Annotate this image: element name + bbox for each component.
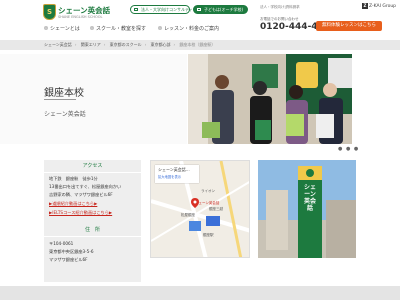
breadcrumb-item[interactable]: 関東エリア bbox=[81, 42, 101, 47]
kids-school-button[interactable]: 子どもは(オーチ学校) bbox=[193, 5, 248, 14]
divider bbox=[44, 172, 141, 173]
building-icon bbox=[134, 8, 138, 11]
building-sign-photo: シェーン英会話 bbox=[258, 160, 356, 258]
address-line: マツザワ銀座ビル6F bbox=[49, 257, 88, 262]
map-label: 銀座三越 bbox=[209, 207, 223, 211]
title-divider bbox=[44, 99, 76, 100]
child-icon bbox=[197, 8, 201, 11]
breadcrumb-current: 銀座本校（銀座駅） bbox=[179, 42, 216, 47]
access-heading: アクセス bbox=[82, 163, 103, 169]
nav-lessons-pricing[interactable]: › レッスン・料金のご案内 bbox=[158, 25, 219, 32]
zkai-icon: Z bbox=[362, 3, 368, 9]
map-pin-icon[interactable] bbox=[191, 198, 199, 208]
slider-dots[interactable]: ● ● ● bbox=[338, 146, 359, 152]
map-label: ライオン bbox=[201, 189, 215, 193]
directions-video-link[interactable]: ▶道順紹介動画はこちら▶ bbox=[49, 201, 97, 207]
logo-subtext: SHANE ENGLISH SCHOOL bbox=[58, 15, 103, 19]
map-info-card: シェーン英会話… 拡大地図を表示 bbox=[155, 165, 199, 183]
free-trial-button[interactable]: 無料体験レッスンはこちら bbox=[316, 21, 382, 31]
arrow-right-icon: › bbox=[44, 26, 48, 30]
google-map[interactable]: シェーン英会話… 拡大地図を表示 ライオン 銀座三越 松屋銀座 シェーン英会話 … bbox=[150, 160, 250, 258]
access-line: 13番出口を出てすぐ、松屋銀座向かい bbox=[49, 184, 122, 189]
hero-left bbox=[0, 54, 187, 144]
sign-text: シェーン英会話 bbox=[304, 184, 317, 212]
nav-find-school[interactable]: › スクール・教室を探す bbox=[90, 25, 146, 32]
map-label: 松屋銀座 bbox=[181, 213, 195, 217]
page-subtitle: シェーン英会話 bbox=[44, 111, 86, 118]
logo[interactable]: S シェーン英会話 SHANE ENGLISH SCHOOL bbox=[43, 4, 110, 22]
page-title: 銀座本校 bbox=[44, 88, 84, 99]
site-header: S シェーン英会話 SHANE ENGLISH SCHOOL 法人・大学向けコン… bbox=[0, 0, 400, 38]
nav-about[interactable]: › シェーンとは bbox=[44, 25, 80, 32]
arrow-right-icon: › bbox=[90, 26, 94, 30]
breadcrumb-item[interactable]: 東京都心部 bbox=[150, 42, 170, 47]
address-line: 東京都中央区銀座3-5-6 bbox=[49, 249, 94, 254]
address-line: 〒104-0061 bbox=[49, 241, 74, 246]
address-heading: 住 所 bbox=[84, 227, 100, 233]
breadcrumb-item[interactable]: 東京都のスクール bbox=[110, 42, 142, 47]
breadcrumb: シェーン英会話 › 関東エリア › 東京都のスクール › 東京都心部 › 銀座本校（銀座… bbox=[0, 40, 400, 50]
access-line: 吉野家の隣、マツザワ銀座ビル6F bbox=[49, 192, 113, 197]
staff-photo-image bbox=[188, 54, 352, 144]
map-enlarge-link[interactable]: 拡大地図を表示 bbox=[158, 174, 181, 179]
map-card-title: シェーン英会話… bbox=[158, 167, 190, 172]
school-staff-photo bbox=[188, 54, 352, 144]
arrow-right-icon: › bbox=[158, 26, 162, 30]
footer-band bbox=[0, 286, 400, 300]
zkai-group-logo[interactable]: Z Z-KAI Group bbox=[362, 3, 396, 9]
breadcrumb-item[interactable]: シェーン英会話 bbox=[44, 42, 72, 47]
map-label: 銀座駅 bbox=[203, 233, 214, 237]
ielts-video-link[interactable]: ▶IELTSコース紹介動画はこちら▶ bbox=[49, 210, 112, 216]
corporate-consulting-button[interactable]: 法人・大学向けコンサルティング bbox=[130, 5, 201, 14]
logo-shield-icon: S bbox=[43, 4, 56, 20]
corporate-links[interactable]: 法人・学校向け|資料請求 bbox=[260, 5, 300, 10]
divider bbox=[44, 236, 141, 237]
access-line: 地下鉄 銀座駅 徒歩1分 bbox=[49, 176, 98, 181]
